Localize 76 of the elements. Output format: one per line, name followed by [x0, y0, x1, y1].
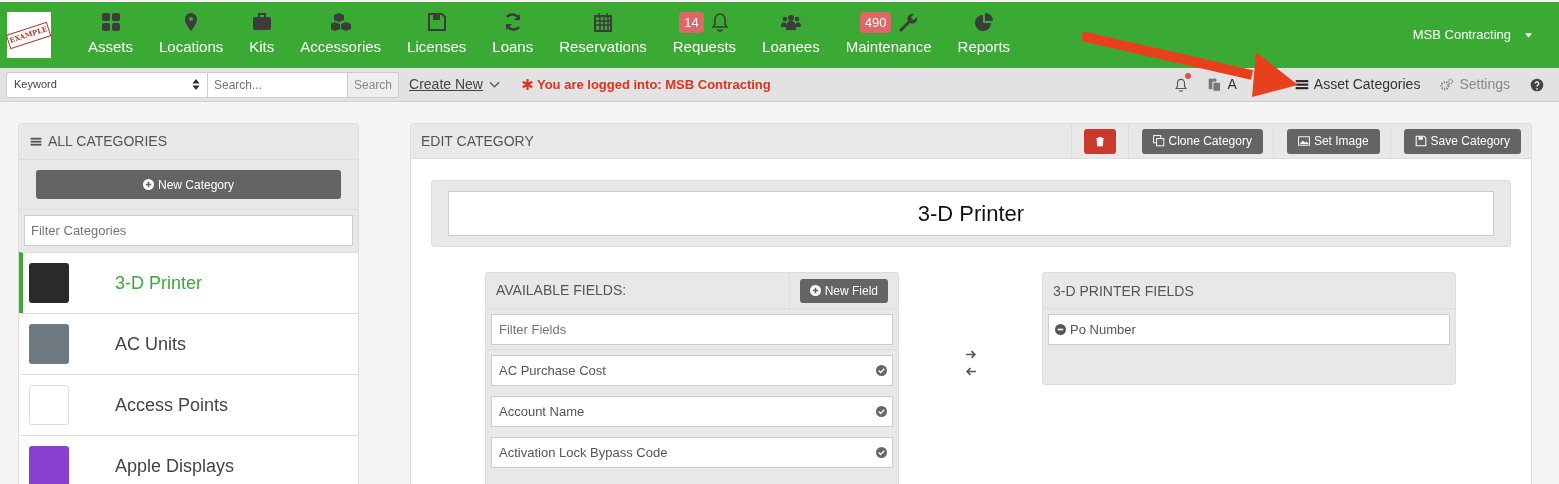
toolbar-button[interactable]: Save Category	[1403, 128, 1521, 154]
panel-title: EDIT CATEGORY	[421, 131, 534, 151]
briefcase-icon	[251, 12, 272, 33]
wrench-icon	[897, 12, 918, 33]
count-badge: 14	[679, 11, 704, 33]
copy-icon	[1152, 135, 1165, 147]
users-icon	[780, 12, 801, 33]
delete-button[interactable]	[1083, 128, 1116, 154]
account-dropdown[interactable]: MSB Contracting	[1412, 25, 1532, 45]
create-new-dropdown[interactable]: Create New	[409, 74, 500, 95]
trash-icon	[1094, 135, 1105, 147]
field-item[interactable]: Po Number	[1048, 314, 1450, 345]
search-button[interactable]: Search	[348, 71, 400, 98]
photo-placeholder	[29, 446, 69, 484]
check-circle-icon	[876, 447, 887, 458]
grid-icon	[100, 12, 121, 33]
category-item[interactable]: 3-D Printer	[19, 252, 358, 313]
asterisk-icon	[521, 79, 533, 90]
filter-field[interactable]: Filter Fields	[491, 314, 893, 345]
check-circle-icon	[876, 406, 887, 417]
toolbar-link[interactable]: Asset Categories	[1294, 74, 1421, 95]
list-icon	[1294, 77, 1309, 92]
field-item[interactable]: AC Purchase Cost	[491, 355, 893, 386]
panel-title: 3-D PRINTER FIELDS	[1043, 273, 1455, 309]
pie-chart-icon	[973, 12, 994, 33]
photo-placeholder	[29, 324, 69, 364]
toolbar-button[interactable]: Set Image	[1286, 128, 1380, 154]
panel-title: ALL CATEGORIES	[48, 132, 168, 151]
plus-circle-icon	[143, 179, 154, 190]
category-name-field[interactable]: 3-D Printer	[448, 191, 1494, 236]
category-item[interactable]: Apple Displays	[19, 435, 358, 484]
search-field[interactable]: Search...	[208, 71, 348, 98]
category-item[interactable]: Access Points	[19, 374, 358, 435]
panel-title: AVAILABLE FIELDS:	[495, 281, 628, 300]
photo-placeholder	[29, 263, 69, 303]
nav-item[interactable]: Reports	[944, 11, 1024, 59]
plus-circle-icon	[809, 285, 821, 296]
count-badge: 490	[859, 11, 892, 33]
chevron-down-icon	[488, 81, 500, 88]
notification-bell-icon[interactable]	[1174, 76, 1189, 93]
category-item[interactable]: AC Units	[19, 313, 358, 374]
nav-item[interactable]: 14 Requests	[659, 11, 750, 59]
calendar-icon	[592, 12, 613, 33]
nav-item[interactable]: Kits	[236, 11, 288, 59]
sort-arrows-icon	[192, 79, 200, 90]
nav-item[interactable]: Assets	[75, 11, 146, 59]
image-icon	[1297, 135, 1310, 147]
list-icon	[29, 135, 43, 148]
minus-circle-icon	[1055, 324, 1066, 335]
caret-icon	[1525, 33, 1532, 39]
arrow-left-icon	[964, 366, 977, 377]
toolbar-link[interactable]: A	[1208, 74, 1237, 95]
new-field-button[interactable]: New Field	[799, 278, 888, 303]
toolbar-button[interactable]: Clone Category	[1141, 128, 1263, 154]
search-scope-select[interactable]: Keyword	[6, 71, 208, 98]
help-icon	[1530, 77, 1544, 92]
field-item[interactable]: Activation Lock Bypass Code	[491, 437, 893, 468]
arrow-right-icon	[964, 349, 977, 360]
login-notice: You are logged into: MSB Contracting	[536, 75, 771, 94]
filter-field[interactable]: Filter Categories	[24, 215, 353, 246]
cubes-icon	[330, 12, 351, 33]
documents-icon	[1208, 77, 1223, 92]
settings-icon	[1440, 77, 1455, 92]
bell-outline-icon	[1174, 76, 1189, 93]
nav-item[interactable]: Locations	[146, 11, 237, 59]
nav-item[interactable]: Reservations	[546, 11, 660, 59]
photo-placeholder	[29, 385, 69, 425]
nav-item[interactable]: Loanees	[749, 11, 833, 59]
new-category-button[interactable]: New Category	[36, 170, 341, 199]
nav-item[interactable]: Loans	[479, 11, 547, 59]
nav-item[interactable]: Licenses	[394, 11, 480, 59]
bell-icon	[709, 12, 730, 33]
nav-item[interactable]: Accessories	[287, 11, 395, 59]
field-item[interactable]: Account Name	[491, 396, 893, 427]
check-circle-icon	[876, 365, 887, 376]
nav-item[interactable]: 490 Maintenance	[832, 11, 945, 59]
